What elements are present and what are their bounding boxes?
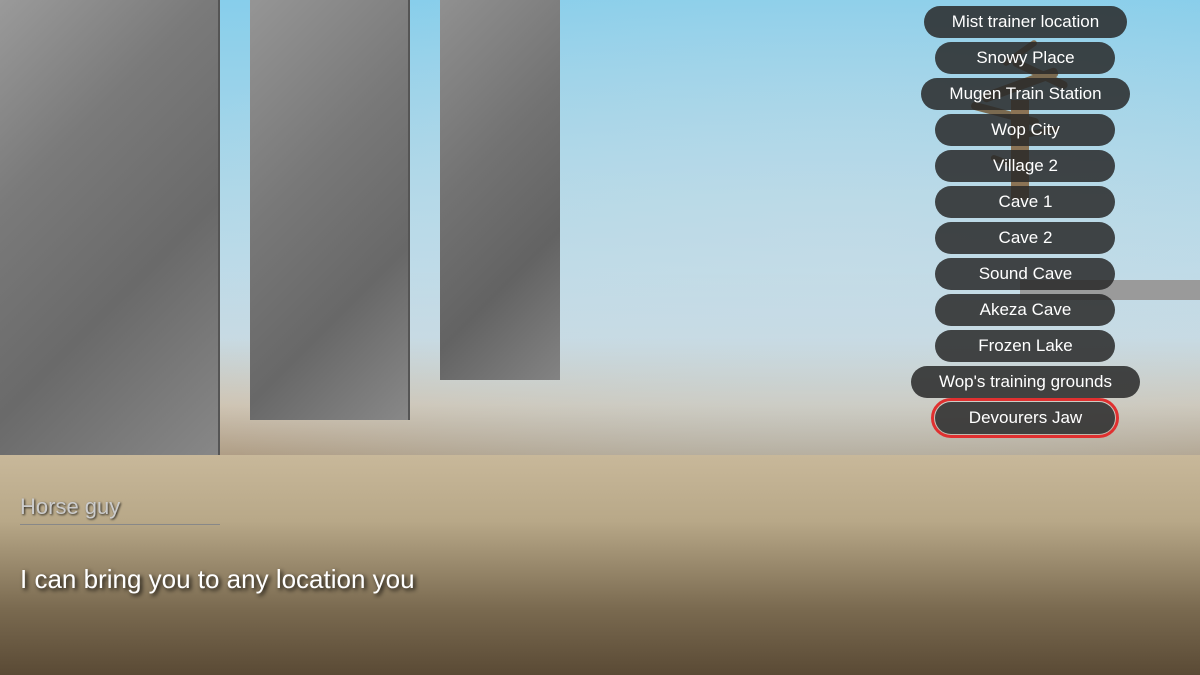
location-btn-mugen-train-station[interactable]: Mugen Train Station <box>921 78 1129 110</box>
location-btn-sound-cave[interactable]: Sound Cave <box>935 258 1115 290</box>
location-btn-wops-training-grounds[interactable]: Wop's training grounds <box>911 366 1140 398</box>
location-menu: Mist trainer location Snowy Place Mugen Tr… <box>911 0 1140 434</box>
npc-name: Horse guy <box>20 494 220 525</box>
pillar-center-left <box>250 0 410 420</box>
pillar-center <box>440 0 560 380</box>
location-btn-village-2[interactable]: Village 2 <box>935 150 1115 182</box>
location-btn-devourers-jaw[interactable]: Devourers Jaw <box>935 402 1115 434</box>
location-btn-snowy-place[interactable]: Snowy Place <box>935 42 1115 74</box>
location-btn-wop-city[interactable]: Wop City <box>935 114 1115 146</box>
npc-dialogue: I can bring you to any location you <box>20 564 415 595</box>
location-btn-mist-trainer-location[interactable]: Mist trainer location <box>924 6 1127 38</box>
location-btn-frozen-lake[interactable]: Frozen Lake <box>935 330 1115 362</box>
pillar-left <box>0 0 220 480</box>
location-btn-cave-1[interactable]: Cave 1 <box>935 186 1115 218</box>
location-btn-akeza-cave[interactable]: Akeza Cave <box>935 294 1115 326</box>
location-btn-cave-2[interactable]: Cave 2 <box>935 222 1115 254</box>
